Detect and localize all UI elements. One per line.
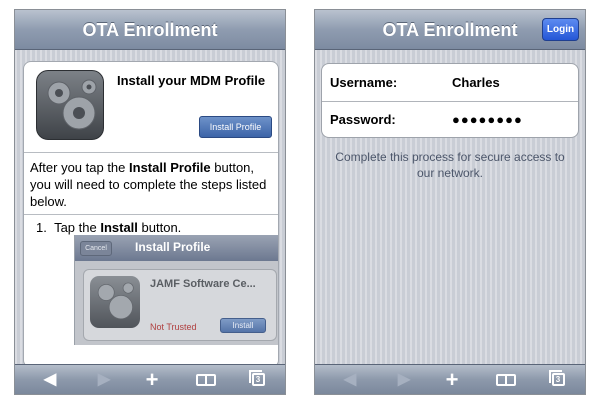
install-card: Install your MDM Profile Install Profile… (23, 61, 279, 368)
forward-arrow-icon[interactable]: ▶ (389, 365, 419, 394)
tabs-count: 3 (248, 370, 265, 387)
divider (24, 152, 278, 153)
step-number: 1. (36, 220, 47, 235)
info-note: Complete this process for secure access … (335, 150, 565, 180)
right-phone-screen: OTA Enrollment Login Username: Charles P… (314, 9, 586, 395)
navigation-bar: OTA Enrollment (15, 10, 285, 50)
bookmarks-icon[interactable] (491, 365, 521, 394)
instructions-text: After you tap the Install Profile button… (30, 159, 270, 210)
step-one: 1. Tap the Install button. (36, 220, 181, 235)
trust-status: Not Trusted (150, 322, 197, 332)
inner-profile-card: JAMF Software Ce... Not Trusted Install (83, 269, 277, 341)
inner-title: Install Profile (135, 240, 211, 254)
password-field[interactable]: ●●●●●●●● (452, 112, 523, 127)
bookmarks-icon[interactable] (191, 365, 221, 394)
page-title: OTA Enrollment (82, 20, 218, 40)
browser-toolbar: ◀ ▶ + 3 (315, 364, 585, 394)
instruction-text-start: After you tap the (30, 160, 130, 175)
forward-arrow-icon[interactable]: ▶ (89, 365, 119, 394)
settings-gear-icon (36, 70, 104, 140)
step-text-start: Tap the (54, 220, 101, 235)
install-profile-screenshot: Cancel Install Profile JAMF Software Ce.… (74, 235, 278, 345)
inner-cancel-button: Cancel (80, 241, 112, 256)
inner-navigation-bar: Cancel Install Profile (75, 235, 278, 261)
inner-install-button: Install (220, 318, 266, 333)
username-label: Username: (330, 75, 398, 90)
install-profile-button[interactable]: Install Profile (199, 116, 272, 138)
divider (322, 101, 578, 102)
left-phone-screen: OTA Enrollment Install your MDM Profile … (14, 9, 286, 395)
step-text-end: button. (137, 220, 182, 235)
back-arrow-icon[interactable]: ◀ (35, 365, 65, 394)
back-arrow-icon[interactable]: ◀ (335, 365, 365, 394)
tabs-icon[interactable]: 3 (543, 365, 573, 394)
plus-icon[interactable]: + (437, 365, 467, 394)
login-button[interactable]: Login (542, 18, 579, 41)
install-heading: Install your MDM Profile (117, 73, 266, 88)
step-bold: Install (100, 220, 138, 235)
navigation-bar: OTA Enrollment Login (315, 10, 585, 50)
divider (24, 214, 278, 215)
tabs-count: 3 (548, 370, 565, 387)
tabs-icon[interactable]: 3 (243, 365, 273, 394)
plus-icon[interactable]: + (137, 365, 167, 394)
instruction-bold: Install Profile (129, 160, 211, 175)
password-label: Password: (330, 112, 396, 127)
gear-icon (90, 276, 140, 328)
login-form: Username: Charles Password: ●●●●●●●● (321, 63, 579, 138)
profile-name: JAMF Software Ce... (150, 278, 256, 290)
username-field[interactable]: Charles (452, 75, 500, 90)
browser-toolbar: ◀ ▶ + 3 (15, 364, 285, 394)
